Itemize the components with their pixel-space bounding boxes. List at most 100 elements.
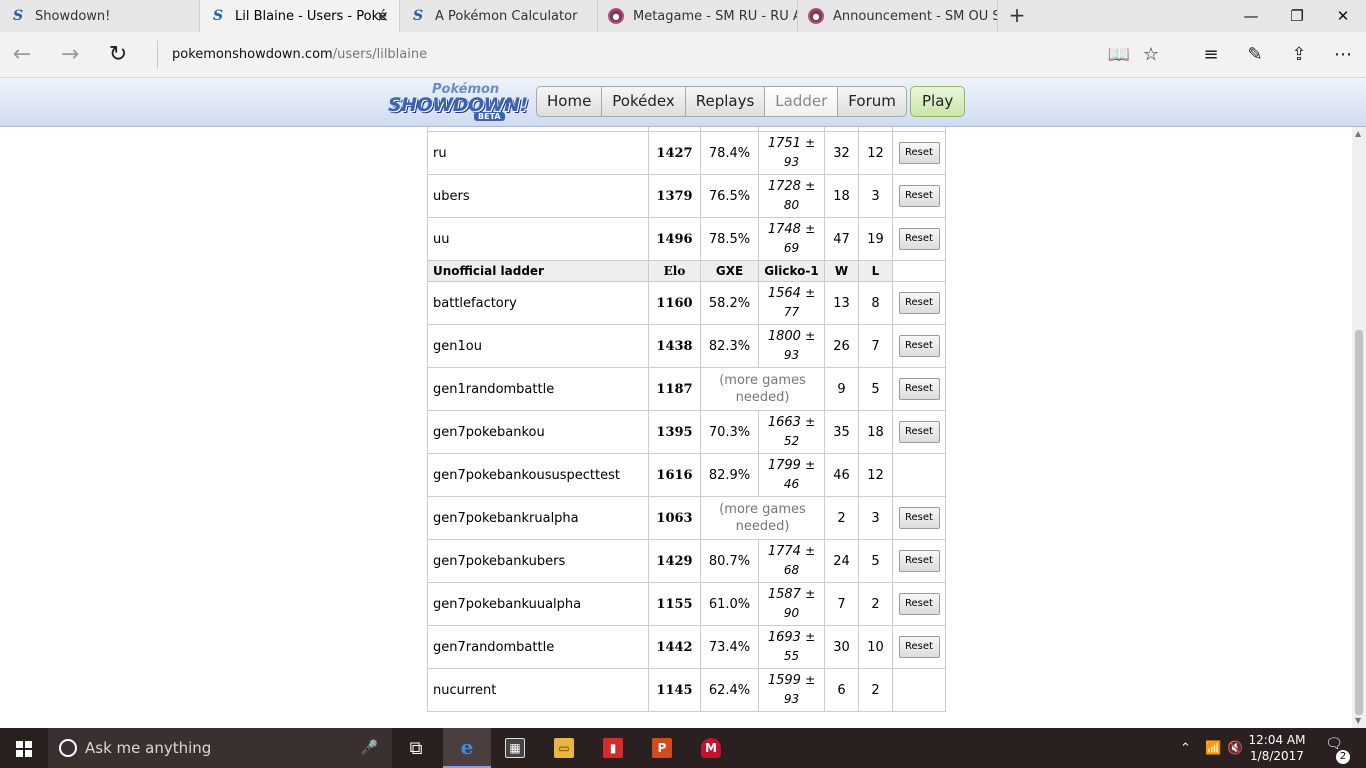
close-tab-icon[interactable]: ✕ [376, 8, 389, 26]
task-view-icon[interactable]: ⧉ [392, 728, 440, 768]
reset-button[interactable]: Reset [898, 593, 940, 615]
reset-cell: Reset [892, 281, 946, 325]
reset-button[interactable]: Reset [898, 378, 940, 400]
nav-ladder[interactable]: Ladder [765, 86, 839, 117]
nav-forum[interactable]: Forum [838, 86, 907, 117]
reset-button[interactable]: Reset [898, 335, 940, 357]
wifi-icon[interactable]: 📶 [1205, 728, 1221, 768]
elo-rating: 1063 [648, 496, 701, 540]
reset-button[interactable]: Reset [898, 185, 940, 207]
table-row: gen1randombattle 1187 (more games needed) 9… [427, 367, 946, 411]
showdown-logo-icon: S [12, 8, 24, 24]
browser-tab-1[interactable]: S Lil Blaine - Users - Poké ✕ [200, 0, 400, 32]
glicko-deviation: 46 [783, 477, 800, 491]
reset-button[interactable]: Reset [898, 142, 940, 164]
hub-icon[interactable]: ≡ [1197, 41, 1225, 69]
format-name: gen7pokebankrualpha [427, 496, 649, 540]
browser-tab-3[interactable]: ● Metagame - SM RU - RU Al [598, 0, 798, 32]
reset-button[interactable]: Reset [898, 228, 940, 250]
start-button[interactable] [0, 728, 48, 768]
web-note-icon[interactable]: ✎ [1241, 41, 1269, 69]
table-row: gen7pokebankubers 1429 80.7% 1774 ±68 24 5 Res… [427, 539, 946, 583]
reset-button[interactable]: Reset [898, 507, 940, 529]
losses-count: 2 [858, 668, 893, 712]
microphone-icon[interactable]: 🎤 [361, 740, 378, 756]
glicko-value: 1728 [767, 179, 801, 194]
file-explorer-icon[interactable]: ▭ [540, 728, 588, 768]
reading-view-icon[interactable]: 📖 [1105, 41, 1133, 69]
browser-tab-0[interactable]: S Showdown! [0, 0, 200, 32]
reset-button[interactable]: Reset [898, 636, 940, 658]
elo-rating: 1155 [648, 582, 701, 626]
minimize-icon[interactable]: — [1228, 0, 1274, 32]
wins-count: 9 [824, 367, 859, 411]
close-window-icon[interactable]: ✕ [1320, 0, 1366, 32]
glicko-value: 1663 [767, 415, 801, 430]
cortana-icon [59, 739, 77, 757]
page-scrollbar[interactable]: ▲ ▼ [1352, 127, 1366, 728]
reset-cell: Reset [892, 496, 946, 540]
glicko-rating: 1799 ±46 [758, 453, 825, 497]
mcafee-icon[interactable]: M [687, 728, 735, 768]
site-nav: Home Pokédex Replays Ladder Forum [536, 86, 907, 117]
showdown-logo[interactable]: Pokémon SHOWDOWN! BETA [388, 82, 534, 122]
reset-cell: Reset [892, 217, 946, 261]
browser-tab-4[interactable]: ● Announcement - SM OU Su [798, 0, 998, 32]
edge-browser-icon[interactable]: e [443, 728, 491, 768]
favorite-star-icon[interactable]: ☆ [1137, 41, 1165, 69]
forward-arrow-icon[interactable]: → [54, 40, 86, 70]
store-icon[interactable]: ▦ [491, 728, 539, 768]
new-tab-icon[interactable]: + [1006, 4, 1028, 26]
losses-count: 2 [858, 582, 893, 626]
refresh-icon[interactable]: ↻ [102, 40, 134, 70]
scroll-down-icon[interactable]: ▼ [1355, 716, 1361, 725]
glicko-deviation: 93 [783, 348, 800, 362]
glicko-deviation: 93 [783, 155, 800, 169]
action-center-icon[interactable]: 🗨 2 [1320, 736, 1350, 764]
header-label: Unofficial ladder [427, 260, 649, 282]
wins-count: 2 [824, 496, 859, 540]
nav-pokedex[interactable]: Pokédex [602, 86, 686, 117]
ladder-table: 93 ru142778.4%1751 ±933212Resetubers1379… [427, 127, 946, 712]
nav-home[interactable]: Home [536, 86, 603, 117]
scroll-up-icon[interactable]: ▲ [1355, 129, 1361, 138]
table-row: battlefactory 1160 58.2% 1564 ±77 13 8 Reset [427, 281, 946, 325]
more-options-icon[interactable]: ⋯ [1329, 41, 1357, 69]
reset-button[interactable]: Reset [898, 292, 940, 314]
play-button[interactable]: Play [910, 86, 966, 117]
address-bar[interactable]: pokemonshowdown.com/users/lilblaine [157, 41, 1082, 69]
plus-minus-sign: ± [805, 544, 816, 558]
browser-tab-bar: S Showdown! S Lil Blaine - Users - Poké … [0, 0, 1366, 32]
show-hidden-icons-icon[interactable]: ⌃ [1180, 728, 1191, 768]
browser-tab-2[interactable]: S A Pokémon Calculator [400, 0, 598, 32]
reset-cell: Reset [892, 131, 946, 175]
office-app-icon[interactable]: P [638, 728, 686, 768]
glicko-rating: 1693 ±55 [758, 625, 825, 669]
elo-rating: 1187 [648, 367, 701, 411]
share-icon[interactable]: ⇪ [1285, 41, 1313, 69]
back-arrow-icon[interactable]: ← [6, 40, 38, 70]
plus-minus-sign: ± [805, 630, 816, 644]
scrollbar-thumb[interactable] [1355, 330, 1363, 715]
tab-title: Lil Blaine - Users - Poké [235, 8, 387, 24]
tab-title: Showdown! [35, 8, 111, 24]
maximize-icon[interactable]: ❐ [1274, 0, 1320, 32]
reset-button[interactable]: Reset [898, 421, 940, 443]
wins-count: 7 [824, 582, 859, 626]
volume-muted-icon[interactable]: 🔇 [1227, 728, 1243, 768]
tab-title: Announcement - SM OU Su [833, 8, 998, 24]
gxe-value: 82.3% [700, 324, 759, 368]
format-name: battlefactory [427, 281, 649, 325]
table-row: gen7pokebankoususpecttest 1616 82.9% 1799 ±… [427, 453, 946, 497]
glicko-value: 1599 [767, 673, 801, 688]
clock-time: 12:04 AM [1248, 733, 1306, 747]
wins-count: 6 [824, 668, 859, 712]
nav-replays[interactable]: Replays [685, 86, 766, 117]
reader-app-icon[interactable]: ▮ [589, 728, 637, 768]
format-name: gen7pokebankou [427, 410, 649, 454]
system-clock[interactable]: 12:04 AM 1/8/2017 [1246, 732, 1308, 764]
reset-cell: Reset [892, 367, 946, 411]
table-row: gen1ou 1438 82.3% 1800 ±93 26 7 Reset [427, 324, 946, 368]
cortana-search-box[interactable]: Ask me anything 🎤 [48, 728, 392, 768]
reset-button[interactable]: Reset [898, 550, 940, 572]
